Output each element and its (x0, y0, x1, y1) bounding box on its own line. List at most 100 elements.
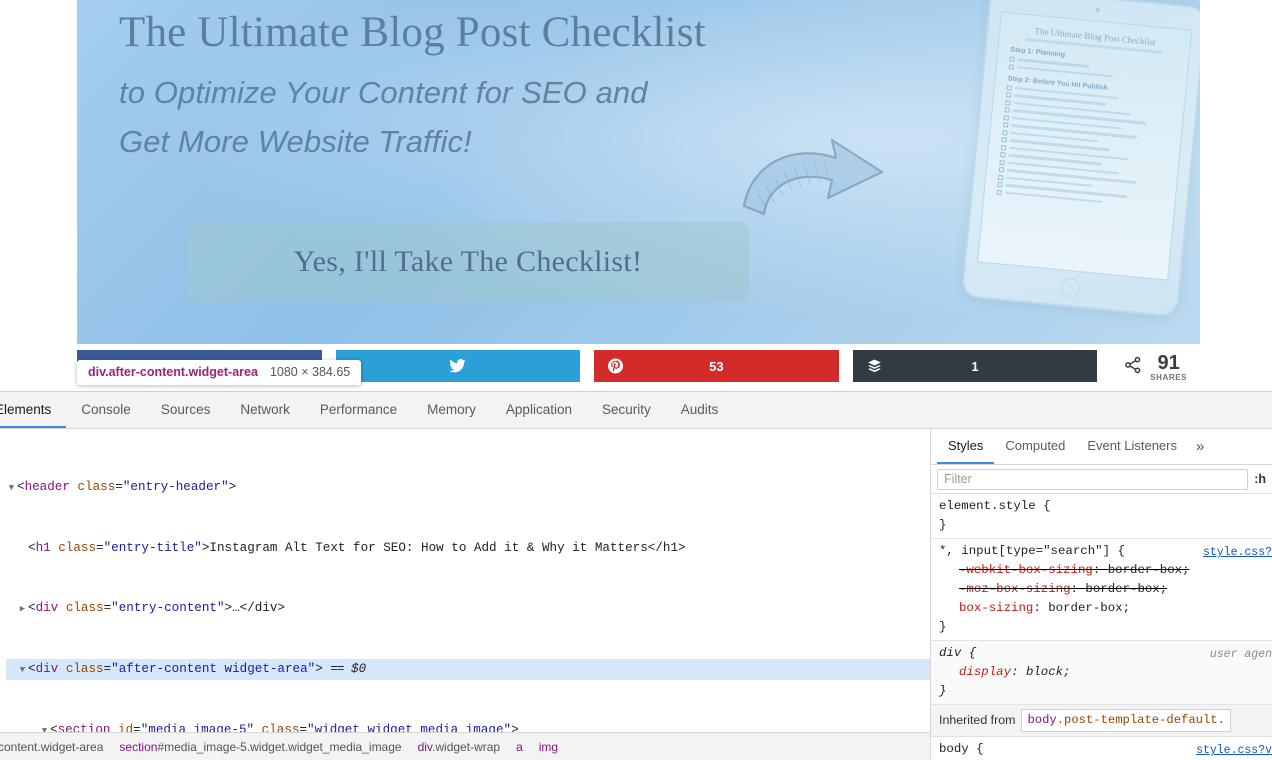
declaration-property: -webkit-box-sizing (959, 563, 1093, 577)
banner-subtitle-line1: to Optimize Your Content for SEO and (119, 75, 648, 111)
dom-collapsed-content: …</div> (232, 601, 286, 615)
expand-triangle-icon[interactable]: ▼ (17, 660, 28, 680)
tab-styles-label: Styles (948, 438, 984, 453)
page-viewport: The Ultimate Blog Post Checklist to Opti… (0, 0, 1272, 391)
style-rule-div-ua[interactable]: div { user agen display: block; } (931, 641, 1272, 705)
tab-application[interactable]: Application (491, 392, 587, 428)
rule-stylesheet-link[interactable]: style.css?v (1196, 744, 1272, 757)
tab-network-label: Network (240, 401, 290, 417)
banner-subtitle: to Optimize Your Content for SEO and Get… (119, 71, 819, 164)
dom-node-entry-content[interactable]: ▶ <div class="entry-content">…</div> (6, 598, 930, 619)
tab-event-listeners[interactable]: Event Listeners (1076, 429, 1188, 464)
dom-attr-value: "after-content widget-area" (111, 662, 316, 676)
rule-stylesheet-link[interactable]: style.css? (1203, 546, 1272, 559)
dom-attr-name: class (65, 662, 104, 676)
share-button-pinterest[interactable]: 53 (594, 350, 839, 382)
inherited-from-selector[interactable]: body.post-template-default. (1021, 709, 1231, 732)
collapse-triangle-icon[interactable]: ▶ (17, 599, 28, 619)
dom-tag-name: header (24, 480, 70, 494)
rule-close-brace: } (939, 684, 947, 698)
element-inspect-tooltip: div.after-content.widget-area 1080 × 384… (77, 360, 362, 385)
tab-console-label: Console (81, 401, 131, 417)
dom-attr-value: "entry-header" (122, 480, 229, 494)
dom-tag-name: h1 (35, 541, 51, 555)
dom-node-header[interactable]: ▼ <header class="entry-header"> (6, 477, 930, 498)
tab-elements-label: Elements (0, 401, 52, 417)
devtools-tab-bar: Elements Console Sources Network Perform… (0, 392, 1272, 429)
tab-memory[interactable]: Memory (412, 392, 491, 428)
rule-origin-link[interactable]: style.css?v (1196, 741, 1272, 760)
tab-security-label: Security (601, 401, 651, 417)
share-count-pinterest: 53 (709, 358, 724, 374)
tab-computed[interactable]: Computed (994, 429, 1076, 464)
inspect-tooltip-selector: div.after-content.widget-area (88, 365, 258, 379)
declaration-value: border-box; (1048, 601, 1131, 615)
tab-event-listeners-label: Event Listeners (1087, 438, 1177, 453)
devtools-body: ▼ <header class="entry-header"> <h1 class… (0, 429, 1272, 760)
twitter-icon (449, 359, 467, 373)
dom-attr-value: "entry-content" (111, 601, 225, 615)
declaration[interactable]: box-sizing: border-box; (939, 599, 1272, 618)
banner-title: The Ultimate Blog Post Checklist (119, 9, 706, 56)
user-agent-label: user agen (1209, 648, 1272, 661)
checklist-cta-label: Yes, I'll Take The Checklist! (293, 245, 643, 278)
hover-state-toggle[interactable]: :h (1254, 472, 1266, 486)
declaration-property: box-sizing (959, 601, 1034, 615)
dom-console-ref: $0 (351, 662, 367, 676)
dom-attr-value: "entry-title" (103, 541, 202, 555)
breadcrumb-item-img[interactable]: img (531, 740, 566, 754)
tab-elements[interactable]: Elements (0, 392, 67, 428)
declaration-property: display (959, 665, 1012, 679)
dom-attr-name: class (77, 480, 116, 494)
chevron-double-right-icon[interactable]: » (1188, 429, 1212, 464)
dom-text-node: Instagram Alt Text for SEO: How to Add i… (209, 541, 648, 555)
styles-filter-input[interactable] (937, 468, 1249, 490)
declaration[interactable]: -webkit-box-sizing: border-box; (939, 561, 1272, 580)
rule-origin-link[interactable]: style.css? (1203, 543, 1272, 562)
tab-application-label: Application (505, 401, 572, 417)
share-button-twitter[interactable] (335, 350, 581, 382)
buffer-icon (867, 359, 882, 374)
expand-triangle-icon[interactable]: ▼ (6, 478, 17, 498)
inherited-from-row: Inherited from body.post-template-defaul… (931, 705, 1272, 737)
style-rule-universal[interactable]: *, input[type="search"] { style.css? -we… (931, 539, 1272, 641)
tablet-screen: The Ultimate Blog Post Checklist Step 1:… (976, 11, 1193, 281)
declaration[interactable]: -moz-box-sizing: border-box; (939, 580, 1272, 599)
tab-styles[interactable]: Styles (937, 429, 995, 464)
tab-performance[interactable]: Performance (305, 392, 412, 428)
inspect-tooltip-dimensions: 1080 × 384.65 (269, 365, 351, 379)
dom-close-tag: </h1> (647, 541, 686, 555)
tablet-mockup: The Ultimate Blog Post Checklist Step 1:… (960, 0, 1200, 318)
dom-node-h1[interactable]: <h1 class="entry-title">Instagram Alt Te… (6, 538, 930, 558)
dom-selected-marker: == (330, 662, 344, 676)
share-count-buffer: 1 (971, 358, 979, 374)
page-right-gutter (1200, 0, 1272, 391)
blog-post-checklist-banner[interactable]: The Ultimate Blog Post Checklist to Opti… (77, 0, 1200, 344)
tab-security[interactable]: Security (587, 392, 666, 428)
breadcrumb-class: #media_image-5.widget.widget_media_image (157, 739, 402, 754)
tab-memory-label: Memory (427, 401, 476, 417)
breadcrumb-item-widget-wrap[interactable]: div.widget-wrap (410, 740, 508, 754)
share-button-buffer[interactable]: 1 (852, 350, 1098, 382)
tab-computed-label: Computed (1005, 438, 1066, 453)
style-rule-element-style[interactable]: element.style { } (931, 494, 1272, 539)
breadcrumb-item-a[interactable]: a (508, 740, 531, 754)
dom-node-selected-after-content[interactable]: ▼ <div class="after-content widget-area">… (6, 659, 930, 680)
breadcrumb-item-section[interactable]: section#media_image-5.widget.widget_medi… (111, 740, 409, 754)
page-left-gutter (0, 0, 77, 391)
breadcrumb-item-after-content[interactable]: content.widget-area (0, 740, 111, 754)
banner-copy: The Ultimate Blog Post Checklist to Opti… (119, 2, 819, 164)
declaration-property: -moz-box-sizing (959, 582, 1071, 596)
declaration[interactable]: display: block; (939, 663, 1272, 682)
dom-attr-name: class (58, 541, 97, 555)
banner-subtitle-line2: Get More Website Traffic! (119, 124, 472, 160)
breadcrumb: content.widget-area section#media_image-… (0, 732, 930, 760)
tab-network[interactable]: Network (225, 392, 305, 428)
style-rule-body[interactable]: body { style.css?v (931, 737, 1272, 760)
tab-console[interactable]: Console (66, 392, 146, 428)
tab-sources[interactable]: Sources (146, 392, 226, 428)
curved-arrow-icon (732, 128, 907, 238)
checklist-cta-button[interactable]: Yes, I'll Take The Checklist! (187, 222, 749, 302)
tab-audits[interactable]: Audits (666, 392, 734, 428)
rule-selector: element.style { (939, 499, 1051, 513)
